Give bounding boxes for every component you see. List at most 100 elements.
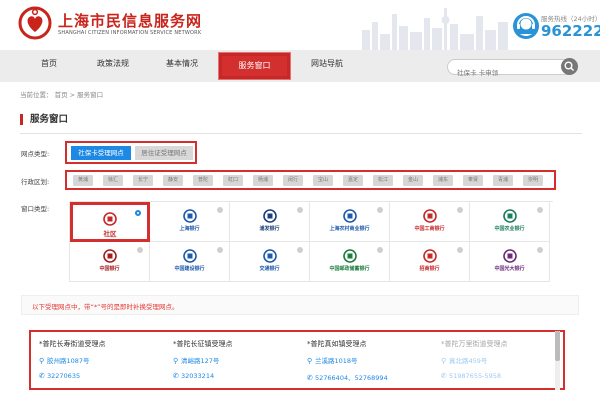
bank-of-shanghai-icon: [182, 209, 197, 223]
page-title: 服务窗口: [20, 114, 68, 125]
search-box: [447, 59, 577, 77]
spdb-icon: [262, 209, 277, 223]
phone-value: 52766404、52768994: [315, 374, 388, 382]
radio-button[interactable]: [217, 207, 223, 213]
address-value: 真北路459号: [449, 357, 488, 365]
radio-button[interactable]: [217, 247, 223, 253]
phone-value: 51987655-5958: [449, 372, 501, 380]
scrollbar-thumb[interactable]: [555, 331, 560, 361]
address-value: 胶州路1087号: [47, 357, 90, 365]
window-type-name: 中国邮政储蓄银行: [329, 266, 370, 272]
tab-social-security-outlet[interactable]: 社保卡受理网点: [71, 146, 131, 160]
district-option[interactable]: 杨浦: [253, 175, 273, 186]
search-icon: [564, 61, 575, 72]
outlet-address: ⚲ 真北路459号: [441, 355, 487, 365]
window-type-option[interactable]: 招商银行: [390, 242, 470, 282]
nav-policies[interactable]: 政策法规: [97, 58, 129, 69]
outlet-name: *普陀万里街道受理点: [441, 340, 508, 348]
divider: [20, 133, 582, 134]
outlet-address: ⚲ 清峪路127号: [173, 355, 219, 365]
radio-button[interactable]: [135, 210, 141, 216]
window-type-option[interactable]: 中国邮政储蓄银行: [310, 242, 390, 282]
district-option[interactable]: 崇明: [523, 175, 543, 186]
outlet-card[interactable]: *普陀万里街道受理点 ⚲ 真北路459号 ✆ 51987655-5958: [433, 332, 567, 388]
district-option[interactable]: 闵行: [283, 175, 303, 186]
window-type-option[interactable]: 中国建设银行: [150, 242, 230, 282]
radio-button[interactable]: [137, 247, 143, 253]
window-type-name: 社区: [103, 230, 117, 238]
district-selector: 黄浦 徐汇 长宁 静安 普陀 虹口 杨浦 闵行 宝山 嘉定 松江 金山 浦东 奉贤 青浦 崇明: [65, 170, 556, 190]
location-pin-icon: ⚲: [441, 357, 447, 365]
district-option[interactable]: 浦东: [433, 175, 453, 186]
outlet-phone: ✆ 52766404、52768994: [307, 372, 388, 382]
hotline-number: 962222: [541, 22, 600, 40]
radio-button[interactable]: [377, 207, 383, 213]
district-option[interactable]: 虹口: [223, 175, 243, 186]
site-header: 上海市民信息服务网 SHANGHAI CITIZEN INFORMATION S…: [0, 0, 600, 50]
location-pin-icon: ⚲: [173, 357, 179, 365]
outlet-card[interactable]: *普陀长寿街道受理点 ⚲ 胶州路1087号 ✆ 32270635: [31, 332, 165, 388]
bocom-icon: [262, 249, 277, 263]
outlet-card[interactable]: *普陀长征镇受理点 ⚲ 清峪路127号 ✆ 32033214: [165, 332, 299, 388]
phone-value: 32033214: [181, 372, 215, 380]
search-input[interactable]: [457, 69, 557, 77]
outlet-phone: ✆ 32270635: [39, 372, 80, 380]
radio-button[interactable]: [457, 247, 463, 253]
rural-commercial-bank-icon: [342, 209, 357, 223]
search-button[interactable]: [561, 58, 578, 75]
district-option[interactable]: 青浦: [493, 175, 513, 186]
district-option[interactable]: 奉贤: [463, 175, 483, 186]
nav-home[interactable]: 首页: [41, 58, 57, 69]
outlet-address: ⚲ 兰溪路1018号: [307, 355, 358, 365]
tab-residence-permit-outlet[interactable]: 居住证受理网点: [135, 146, 193, 160]
radio-button[interactable]: [297, 247, 303, 253]
window-type-option[interactable]: 中国光大银行: [470, 242, 550, 282]
nav-service-window[interactable]: 服务窗口: [219, 53, 290, 79]
site-logo-icon[interactable]: [18, 6, 52, 40]
district-option[interactable]: 黄浦: [73, 175, 93, 186]
district-option[interactable]: 静安: [163, 175, 183, 186]
window-type-name: 交通银行: [259, 266, 280, 272]
window-type-option[interactable]: 中国农业银行: [470, 202, 550, 242]
radio-button[interactable]: [537, 247, 543, 253]
phone-icon: ✆: [307, 374, 313, 382]
radio-button[interactable]: [537, 207, 543, 213]
boc-icon: [102, 249, 117, 263]
window-type-name: 中国建设银行: [174, 266, 205, 272]
window-type-option[interactable]: 中国工商银行: [390, 202, 470, 242]
district-option[interactable]: 徐汇: [103, 175, 123, 186]
outlet-name: *普陀长征镇受理点: [173, 340, 233, 348]
window-type-option[interactable]: 中国银行: [70, 242, 150, 282]
radio-button[interactable]: [297, 207, 303, 213]
district-option[interactable]: 金山: [403, 175, 423, 186]
window-type-option[interactable]: 上海农村商业银行: [310, 202, 390, 242]
window-type-name: 上海银行: [179, 226, 200, 232]
district-option[interactable]: 宝山: [313, 175, 333, 186]
district-option[interactable]: 普陀: [193, 175, 213, 186]
window-type-option[interactable]: 上海银行: [150, 202, 230, 242]
outlet-card[interactable]: *普陀真如镇受理点 ⚲ 兰溪路1018号 ✆ 52766404、52768994: [299, 332, 433, 388]
main-navigation: 首页 政策法规 基本情况 服务窗口 网站导航: [0, 50, 600, 82]
community-heart-icon: [103, 212, 117, 226]
site-subtitle: SHANGHAI CITIZEN INFORMATION SERVICE NET…: [58, 30, 202, 36]
cmb-icon: [422, 249, 437, 263]
district-option[interactable]: 嘉定: [343, 175, 363, 186]
breadcrumb: 当前位置： 首页 > 服务窗口: [20, 91, 104, 99]
address-value: 兰溪路1018号: [315, 357, 358, 365]
district-option[interactable]: 松江: [373, 175, 393, 186]
window-type-option[interactable]: 交通银行: [230, 242, 310, 282]
nav-basic-info[interactable]: 基本情况: [166, 58, 198, 69]
ceb-icon: [502, 249, 517, 263]
outlet-phone: ✆ 51987655-5958: [441, 372, 501, 380]
district-option[interactable]: 长宁: [133, 175, 153, 186]
window-type-name: 中国银行: [99, 266, 120, 272]
nav-site-guide[interactable]: 网站导航: [311, 58, 343, 69]
window-type-option[interactable]: 社区: [70, 202, 150, 242]
results-scrollbar[interactable]: [555, 331, 560, 390]
phone-icon: ✆: [441, 372, 447, 380]
phone-value: 32270635: [47, 372, 81, 380]
psbc-icon: [342, 249, 357, 263]
radio-button[interactable]: [377, 247, 383, 253]
radio-button[interactable]: [457, 207, 463, 213]
window-type-option[interactable]: 浦发银行: [230, 202, 310, 242]
